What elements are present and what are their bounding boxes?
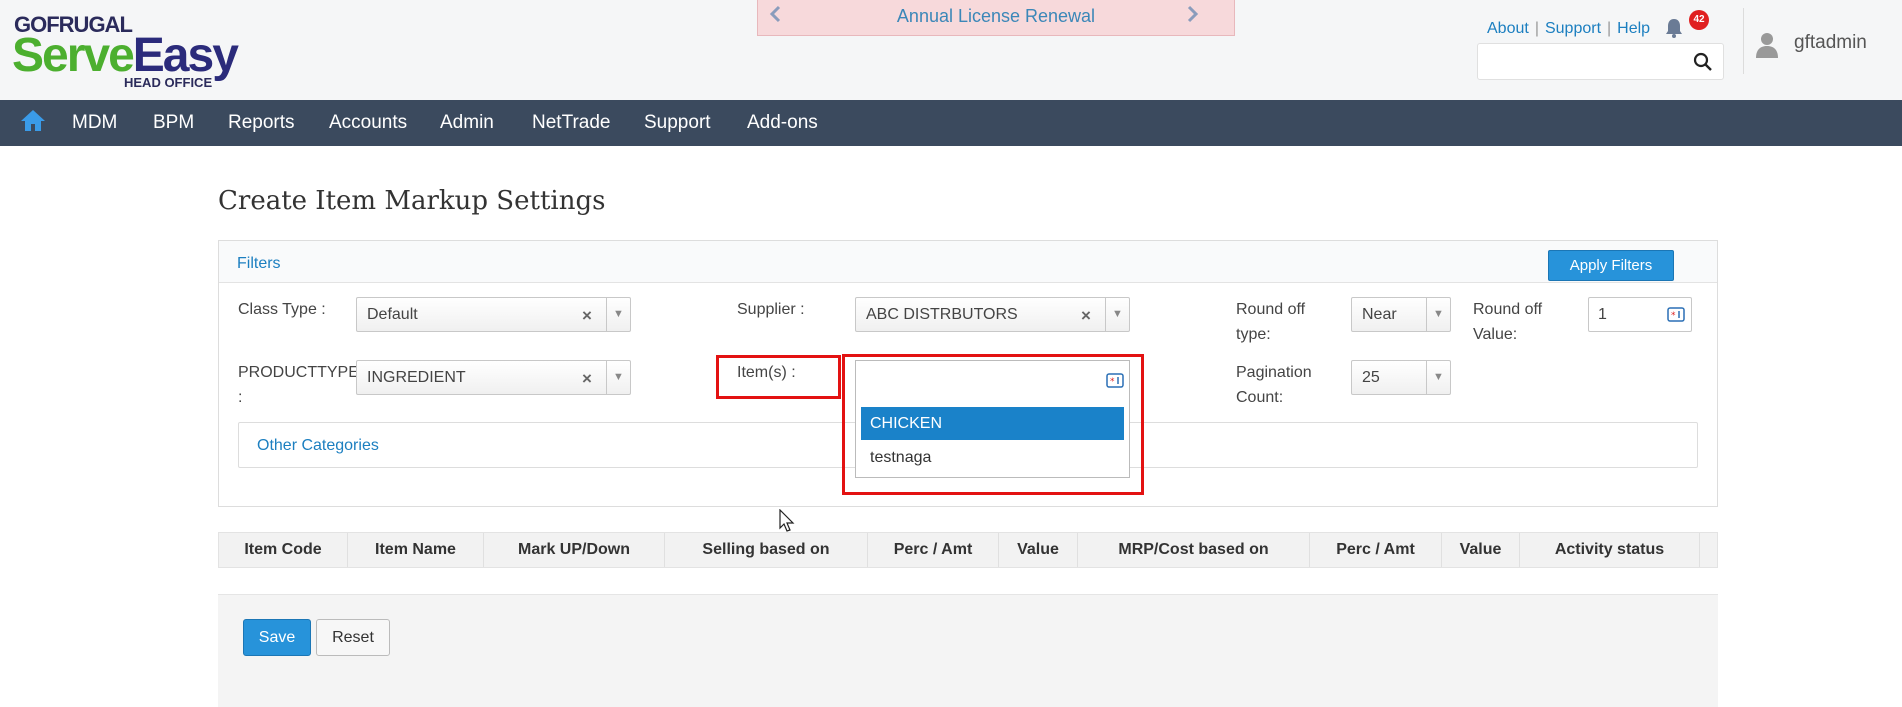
form-actions-panel: Save Reset: [218, 594, 1718, 707]
input-helper-icon[interactable]: *: [1667, 306, 1685, 329]
class-type-label: Class Type :: [238, 301, 326, 318]
round-off-type-value: Near: [1362, 306, 1397, 323]
home-icon[interactable]: [20, 108, 46, 137]
markup-table-header: Item Code Item Name Mark UP/Down Selling…: [218, 532, 1718, 568]
about-link[interactable]: About: [1487, 20, 1529, 37]
nav-item-support[interactable]: Support: [644, 112, 711, 134]
round-off-type-label: Round off type:: [1236, 297, 1305, 347]
round-off-value-label-line1: Round off: [1473, 301, 1543, 318]
highlight-box: [842, 354, 1144, 495]
nav-item-nettrade[interactable]: NetTrade: [532, 112, 611, 134]
product-type-label-line2: :: [238, 389, 243, 406]
user-name: gftadmin: [1794, 32, 1867, 53]
clear-icon[interactable]: ×: [1081, 306, 1091, 326]
notification-badge[interactable]: 42: [1689, 10, 1709, 30]
help-link[interactable]: Help: [1617, 20, 1650, 37]
top-links: About | Support | Help: [1487, 20, 1650, 38]
column-header[interactable]: Item Name: [348, 533, 484, 567]
column-header[interactable]: Value: [1442, 533, 1520, 567]
header-divider: [1743, 8, 1744, 74]
nav-item-mdm[interactable]: MDM: [72, 112, 117, 134]
global-search: [1477, 43, 1724, 80]
main-nav: MDM BPM Reports Accounts Admin NetTrade …: [0, 100, 1902, 146]
link-separator: |: [1534, 20, 1539, 37]
chevron-down-icon[interactable]: ▼: [1426, 361, 1450, 394]
nav-item-addons[interactable]: Add-ons: [747, 112, 818, 134]
column-header[interactable]: Perc / Amt: [868, 533, 999, 567]
class-type-value: Default: [367, 306, 418, 323]
save-button[interactable]: Save: [243, 619, 311, 656]
license-banner: Annual License Renewal: [757, 0, 1235, 36]
clear-icon[interactable]: ×: [582, 306, 592, 326]
app-header: GOFRUGAL ServeEasy HEAD OFFICE Annual Li…: [0, 0, 1902, 100]
pagination-value: 25: [1362, 369, 1380, 386]
product-type-select[interactable]: INGREDIENT × ▼: [356, 360, 631, 395]
filters-toggle[interactable]: Filters: [237, 255, 281, 273]
column-header[interactable]: Activity status: [1520, 533, 1700, 567]
chevron-right-icon[interactable]: [1186, 4, 1200, 30]
product-type-label: PRODUCTTYPE :: [238, 360, 359, 410]
pagination-label-line1: Pagination: [1236, 364, 1312, 381]
highlight-box: [716, 355, 841, 399]
column-header[interactable]: Value: [999, 533, 1078, 567]
class-type-select[interactable]: Default × ▼: [356, 297, 631, 332]
column-header[interactable]: MRP/Cost based on: [1078, 533, 1310, 567]
search-icon[interactable]: [1693, 52, 1713, 77]
chevron-down-icon[interactable]: ▼: [1426, 298, 1450, 331]
logo-main-text: ServeEasy: [12, 29, 239, 82]
chevron-down-icon[interactable]: ▼: [606, 298, 630, 331]
round-off-type-select[interactable]: Near ▼: [1351, 297, 1451, 332]
column-header[interactable]: Selling based on: [665, 533, 868, 567]
logo-subtitle: HEAD OFFICE: [124, 75, 213, 90]
filters-header: Filters Apply Filters: [219, 241, 1717, 283]
round-off-type-label-line2: type:: [1236, 326, 1271, 343]
clear-icon[interactable]: ×: [582, 369, 592, 389]
reset-button[interactable]: Reset: [316, 619, 390, 656]
search-input[interactable]: [1486, 50, 1686, 74]
nav-item-bpm[interactable]: BPM: [153, 112, 194, 134]
svg-text:*: *: [1671, 311, 1676, 321]
other-categories-toggle[interactable]: Other Categories: [257, 437, 379, 455]
chevron-down-icon[interactable]: ▼: [1105, 298, 1129, 331]
pagination-select[interactable]: 25 ▼: [1351, 360, 1451, 395]
round-off-value-label: Round off Value:: [1473, 297, 1542, 347]
column-header[interactable]: Mark UP/Down: [484, 533, 665, 567]
supplier-value: ABC DISTRBUTORS: [866, 306, 1018, 323]
pagination-label-line2: Count:: [1236, 389, 1284, 406]
pagination-label: Pagination Count:: [1236, 360, 1312, 410]
mouse-cursor-icon: [779, 508, 795, 538]
banner-text[interactable]: Annual License Renewal: [758, 6, 1234, 27]
link-separator: |: [1607, 20, 1612, 37]
apply-filters-button[interactable]: Apply Filters: [1548, 250, 1674, 281]
nav-item-admin[interactable]: Admin: [440, 112, 494, 134]
column-header[interactable]: Perc / Amt: [1310, 533, 1442, 567]
nav-item-reports[interactable]: Reports: [228, 112, 295, 134]
round-off-value-field[interactable]: 1 *: [1588, 297, 1692, 332]
serveeasy-logo[interactable]: GOFRUGAL ServeEasy HEAD OFFICE: [12, 10, 252, 90]
bell-icon[interactable]: [1665, 18, 1683, 43]
column-header[interactable]: Item Code: [219, 533, 348, 567]
nav-item-accounts[interactable]: Accounts: [329, 112, 407, 134]
support-link[interactable]: Support: [1545, 20, 1601, 37]
supplier-select[interactable]: ABC DISTRBUTORS × ▼: [855, 297, 1130, 332]
chevron-down-icon[interactable]: ▼: [606, 361, 630, 394]
round-off-value: 1: [1598, 306, 1607, 323]
product-type-value: INGREDIENT: [367, 369, 466, 386]
round-off-type-label-line1: Round off: [1236, 301, 1306, 318]
page-title: Create Item Markup Settings: [218, 186, 606, 216]
product-type-label-line1: PRODUCTTYPE: [238, 364, 359, 381]
supplier-label: Supplier :: [737, 301, 805, 318]
user-icon: [1755, 31, 1779, 65]
round-off-value-label-line2: Value:: [1473, 326, 1518, 343]
